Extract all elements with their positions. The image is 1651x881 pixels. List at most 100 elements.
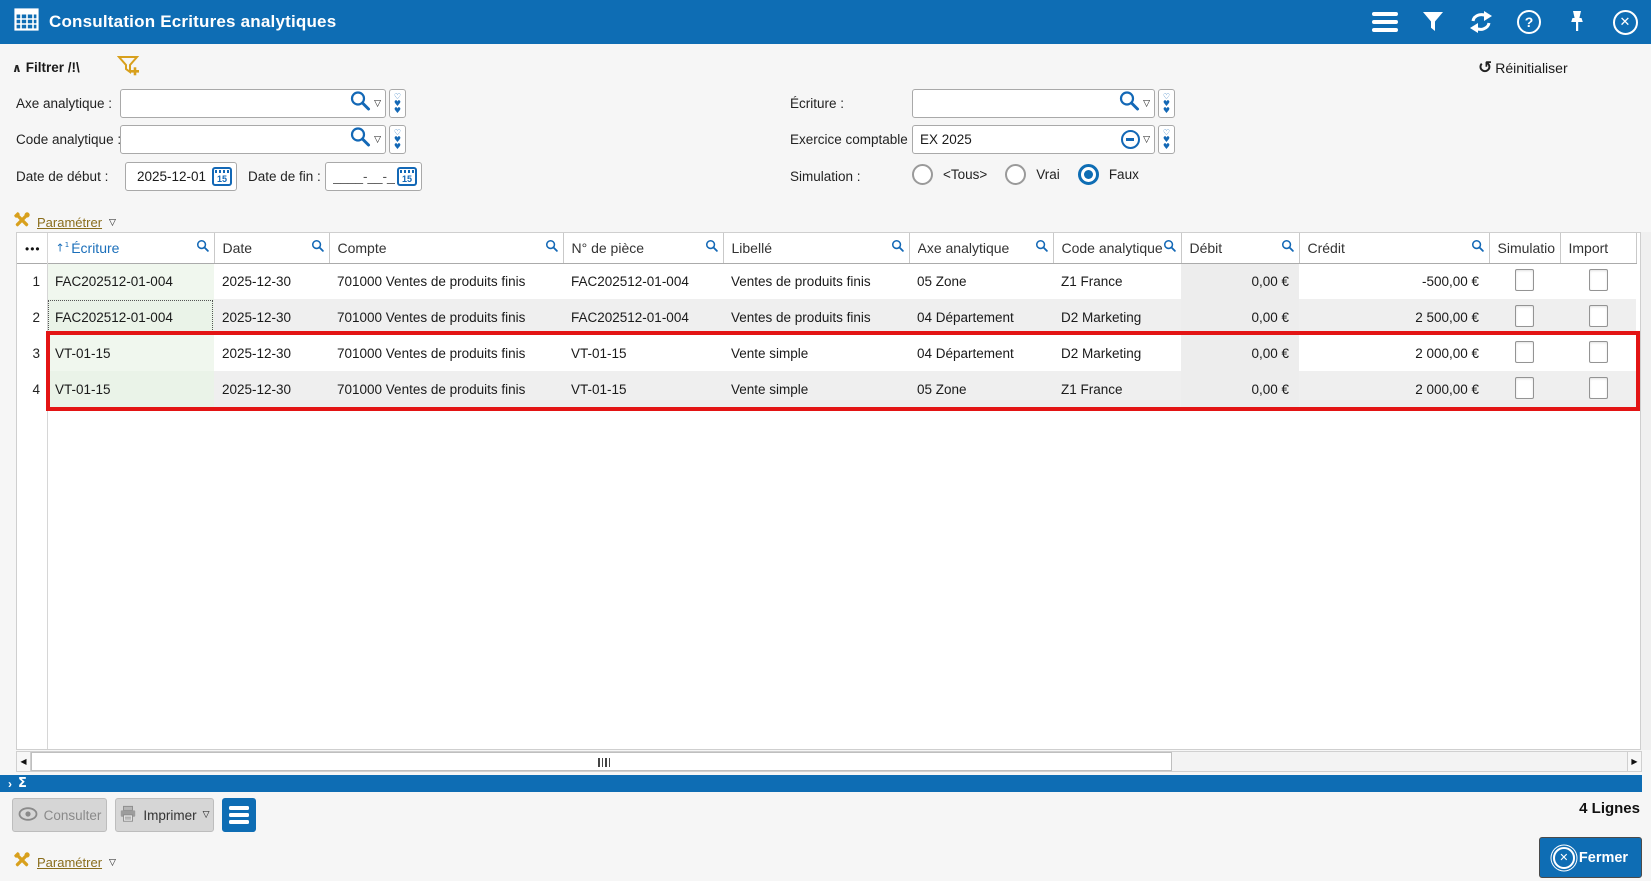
cell-piece[interactable]: FAC202512-01-004: [563, 263, 723, 299]
col-header-code[interactable]: Code analytique: [1053, 233, 1182, 264]
code-analytique-input[interactable]: [121, 126, 385, 153]
cell-date[interactable]: 2025-12-30: [214, 335, 329, 371]
cell-libelle[interactable]: Ventes de produits finis: [723, 299, 909, 335]
col-header-piece[interactable]: N° de pièce: [563, 233, 724, 264]
cell-compte[interactable]: 701000 Ventes de produits finis: [329, 335, 563, 371]
cell-date[interactable]: 2025-12-30: [214, 263, 329, 299]
column-search-icon[interactable]: [545, 239, 559, 256]
column-search-icon[interactable]: [311, 239, 325, 256]
simulation-checkbox[interactable]: [1515, 268, 1534, 291]
radio-faux[interactable]: [1077, 164, 1099, 185]
cell-axe[interactable]: 05 Zone: [909, 263, 1053, 299]
radio-tous[interactable]: [912, 164, 933, 185]
column-search-icon[interactable]: [705, 239, 719, 256]
col-header-date[interactable]: Date: [214, 233, 330, 264]
col-header-simulation[interactable]: Simulatio: [1489, 233, 1561, 264]
import-checkbox[interactable]: [1588, 376, 1608, 399]
chevron-down-icon[interactable]: ▽: [374, 135, 381, 145]
cell-debit[interactable]: 0,00 €: [1181, 335, 1299, 371]
cell-axe[interactable]: 04 Département: [909, 299, 1053, 335]
column-search-icon[interactable]: [1035, 239, 1049, 256]
table-row[interactable]: 1 FAC202512-01-004 2025-12-30 701000 Ven…: [17, 263, 1636, 299]
calendar-icon[interactable]: 15: [397, 167, 417, 186]
scrollbar-thumb[interactable]: [31, 752, 1172, 771]
horizontal-scrollbar[interactable]: ◀ ▶: [16, 751, 1642, 772]
cell-compte[interactable]: 701000 Ventes de produits finis: [329, 263, 563, 299]
cell-code[interactable]: D2 Marketing: [1053, 299, 1181, 335]
cell-ecriture[interactable]: VT-01-15: [47, 335, 214, 371]
remove-circle-icon[interactable]: [1121, 130, 1141, 149]
cell-libelle[interactable]: Ventes de produits finis: [723, 263, 909, 299]
chevron-down-icon[interactable]: ▽: [203, 810, 210, 820]
col-header-ecriture[interactable]: ↑1 Écriture: [47, 233, 215, 264]
cell-axe[interactable]: 05 Zone: [909, 371, 1053, 407]
column-search-icon[interactable]: [1281, 239, 1295, 256]
chevron-down-icon[interactable]: ▽: [374, 99, 381, 109]
cell-debit[interactable]: 0,00 €: [1181, 263, 1299, 299]
col-header-debit[interactable]: Débit: [1181, 233, 1300, 264]
col-header-axe[interactable]: Axe analytique: [909, 233, 1054, 264]
fermer-button[interactable]: ✕ Fermer: [1539, 837, 1642, 878]
column-search-icon[interactable]: [1471, 239, 1485, 256]
cell-piece[interactable]: VT-01-15: [563, 335, 723, 371]
chevron-down-icon[interactable]: ▽: [1143, 135, 1150, 145]
table-row[interactable]: 3 VT-01-15 2025-12-30 701000 Ventes de p…: [17, 335, 1636, 371]
scroll-left-arrow[interactable]: ◀: [17, 752, 31, 771]
menu-icon[interactable]: [1371, 8, 1399, 36]
cell-compte[interactable]: 701000 Ventes de produits finis: [329, 371, 563, 407]
imprimer-button[interactable]: Imprimer ▽: [115, 798, 214, 832]
simulation-checkbox[interactable]: [1515, 340, 1534, 363]
search-icon[interactable]: [349, 90, 371, 117]
consulter-button[interactable]: Consulter: [12, 798, 107, 832]
favorites-picker-icon[interactable]: ♡ ♥ ♥: [389, 125, 406, 154]
cell-ecriture[interactable]: FAC202512-01-004: [47, 263, 214, 299]
help-icon[interactable]: ?: [1515, 8, 1543, 36]
search-icon[interactable]: [1118, 90, 1140, 117]
row-menu-header[interactable]: •••: [17, 233, 48, 264]
simulation-checkbox[interactable]: [1515, 304, 1534, 327]
chevron-down-icon[interactable]: ▽: [1143, 99, 1150, 109]
scroll-right-arrow[interactable]: ▶: [1627, 752, 1641, 771]
column-search-icon[interactable]: [196, 239, 210, 256]
col-header-libelle[interactable]: Libellé: [723, 233, 910, 264]
cell-credit[interactable]: -500,00 €: [1299, 263, 1489, 299]
col-header-credit[interactable]: Crédit: [1299, 233, 1490, 264]
reset-filters-button[interactable]: ↺ Réinitialiser: [1478, 58, 1568, 78]
table-row[interactable]: 2 FAC202512-01-004 2025-12-30 701000 Ven…: [17, 299, 1636, 335]
cell-date[interactable]: 2025-12-30: [214, 299, 329, 335]
cell-ecriture[interactable]: VT-01-15: [47, 371, 214, 407]
search-icon[interactable]: [349, 126, 371, 153]
refresh-icon[interactable]: [1467, 8, 1495, 36]
collapse-filter-icon[interactable]: ∧: [12, 61, 22, 75]
import-checkbox[interactable]: [1588, 304, 1608, 327]
cell-code[interactable]: Z1 France: [1053, 371, 1181, 407]
favorites-picker-icon[interactable]: ♡ ♥ ♥: [1158, 125, 1175, 154]
parametrer-bottom-link[interactable]: Paramétrer ▽: [12, 850, 116, 875]
axe-analytique-input[interactable]: [121, 90, 385, 117]
simulation-checkbox[interactable]: [1515, 376, 1534, 399]
import-checkbox[interactable]: [1588, 340, 1608, 363]
cell-libelle[interactable]: Vente simple: [723, 371, 909, 407]
cell-piece[interactable]: VT-01-15: [563, 371, 723, 407]
cell-debit[interactable]: 0,00 €: [1181, 371, 1299, 407]
favorites-picker-icon[interactable]: ♡ ♥ ♥: [389, 89, 406, 118]
expand-sum-icon[interactable]: ›: [8, 777, 12, 791]
cell-compte[interactable]: 701000 Ventes de produits finis: [329, 299, 563, 335]
exercice-comptable-input[interactable]: [913, 126, 1154, 153]
sum-bar[interactable]: › Σ: [0, 775, 1642, 792]
calendar-icon[interactable]: 15: [212, 167, 232, 186]
col-header-compte[interactable]: Compte: [329, 233, 564, 264]
add-filter-icon[interactable]: [116, 55, 141, 85]
cell-debit[interactable]: 0,00 €: [1181, 299, 1299, 335]
cell-code[interactable]: Z1 France: [1053, 263, 1181, 299]
cell-piece[interactable]: FAC202512-01-004: [563, 299, 723, 335]
pin-icon[interactable]: [1563, 8, 1591, 36]
cell-credit[interactable]: 2 500,00 €: [1299, 299, 1489, 335]
radio-vrai[interactable]: [1005, 164, 1027, 185]
cell-credit[interactable]: 2 000,00 €: [1299, 371, 1489, 407]
cell-code[interactable]: D2 Marketing: [1053, 335, 1181, 371]
column-search-icon[interactable]: [891, 239, 905, 256]
cell-libelle[interactable]: Vente simple: [723, 335, 909, 371]
cell-ecriture[interactable]: FAC202512-01-004: [47, 299, 214, 335]
table-row[interactable]: 4 VT-01-15 2025-12-30 701000 Ventes de p…: [17, 371, 1636, 407]
